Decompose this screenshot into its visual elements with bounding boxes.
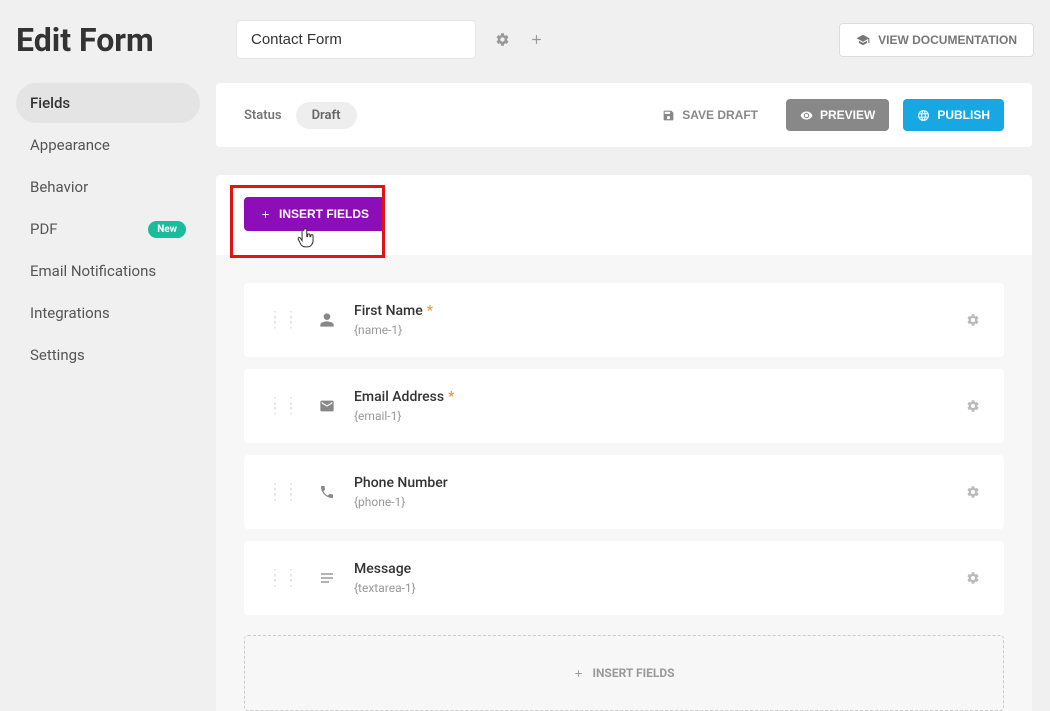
- gear-icon[interactable]: [966, 313, 980, 327]
- sidebar: Fields Appearance Behavior PDF New Email…: [0, 83, 216, 711]
- gear-icon[interactable]: [494, 32, 510, 48]
- preview-button[interactable]: PREVIEW: [786, 99, 889, 131]
- gear-icon[interactable]: [966, 399, 980, 413]
- sidebar-item-appearance[interactable]: Appearance: [16, 125, 200, 165]
- save-draft-button[interactable]: SAVE DRAFT: [648, 99, 772, 131]
- form-name-input[interactable]: [236, 20, 476, 59]
- drag-handle-icon[interactable]: ⋮⋮⋮⋮: [268, 486, 300, 498]
- insert-fields-label: INSERT FIELDS: [279, 207, 369, 221]
- graduation-cap-icon: [856, 33, 870, 47]
- required-star: *: [448, 389, 454, 405]
- sidebar-item-label: Email Notifications: [30, 262, 156, 280]
- sidebar-item-label: Fields: [30, 94, 70, 112]
- globe-icon: [917, 109, 930, 122]
- save-draft-label: SAVE DRAFT: [682, 108, 758, 122]
- field-label: Message: [354, 561, 411, 577]
- sidebar-item-label: PDF: [30, 220, 58, 238]
- status-value: Draft: [296, 102, 357, 129]
- doc-button-label: VIEW DOCUMENTATION: [878, 33, 1017, 47]
- view-documentation-button[interactable]: VIEW DOCUMENTATION: [839, 23, 1034, 57]
- insert-fields-footer-label: INSERT FIELDS: [592, 666, 674, 680]
- plus-icon: [260, 209, 271, 220]
- textarea-icon: [318, 570, 336, 586]
- email-icon: [318, 398, 336, 414]
- publish-label: PUBLISH: [937, 108, 990, 122]
- field-slug: {email-1}: [354, 409, 948, 423]
- field-card[interactable]: ⋮⋮⋮⋮ Phone Number {phone-1}: [244, 455, 1004, 529]
- sidebar-item-label: Settings: [30, 346, 85, 364]
- insert-fields-dropzone[interactable]: INSERT FIELDS: [244, 635, 1004, 711]
- field-slug: {textarea-1}: [354, 581, 948, 595]
- sidebar-item-behavior[interactable]: Behavior: [16, 167, 200, 207]
- sidebar-item-pdf[interactable]: PDF New: [16, 209, 200, 249]
- insert-fields-button[interactable]: INSERT FIELDS: [244, 197, 385, 231]
- new-badge: New: [148, 221, 186, 238]
- cursor-pointer-icon: [296, 228, 316, 250]
- sidebar-item-integrations[interactable]: Integrations: [16, 293, 200, 333]
- field-slug: {phone-1}: [354, 495, 948, 509]
- publish-button[interactable]: PUBLISH: [903, 99, 1004, 131]
- sidebar-item-label: Behavior: [30, 178, 88, 196]
- plus-icon[interactable]: [528, 32, 544, 48]
- fields-panel: INSERT FIELDS ⋮⋮⋮⋮ First Name* {name-1}: [216, 175, 1032, 711]
- drag-handle-icon[interactable]: ⋮⋮⋮⋮: [268, 572, 300, 584]
- sidebar-item-label: Integrations: [30, 304, 110, 322]
- sidebar-item-fields[interactable]: Fields: [16, 83, 200, 123]
- drag-handle-icon[interactable]: ⋮⋮⋮⋮: [268, 400, 300, 412]
- field-card[interactable]: ⋮⋮⋮⋮ Message {textarea-1}: [244, 541, 1004, 615]
- field-label: Phone Number: [354, 475, 448, 491]
- required-star: *: [427, 303, 433, 319]
- status-label: Status: [244, 108, 282, 123]
- gear-icon[interactable]: [966, 571, 980, 585]
- sidebar-item-email-notifications[interactable]: Email Notifications: [16, 251, 200, 291]
- sidebar-item-label: Appearance: [30, 136, 110, 154]
- status-bar: Status Draft SAVE DRAFT PREVIEW PUBLISH: [216, 83, 1032, 147]
- gear-icon[interactable]: [966, 485, 980, 499]
- field-card[interactable]: ⋮⋮⋮⋮ First Name* {name-1}: [244, 283, 1004, 357]
- plus-icon: [573, 668, 584, 679]
- field-slug: {name-1}: [354, 323, 948, 337]
- person-icon: [318, 312, 336, 328]
- save-icon: [662, 109, 675, 122]
- eye-icon: [800, 109, 813, 122]
- field-label: Email Address: [354, 389, 444, 405]
- phone-icon: [318, 484, 336, 500]
- sidebar-item-settings[interactable]: Settings: [16, 335, 200, 375]
- preview-label: PREVIEW: [820, 108, 875, 122]
- field-label: First Name: [354, 303, 423, 319]
- drag-handle-icon[interactable]: ⋮⋮⋮⋮: [268, 314, 300, 326]
- field-card[interactable]: ⋮⋮⋮⋮ Email Address* {email-1}: [244, 369, 1004, 443]
- page-title: Edit Form: [16, 21, 216, 59]
